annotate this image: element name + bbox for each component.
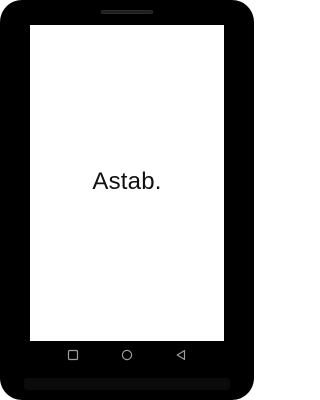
center-text: Astab. xyxy=(92,168,162,195)
app-screen: Astab. xyxy=(30,25,224,341)
circle-home-icon xyxy=(121,349,133,361)
recents-button[interactable] xyxy=(65,347,81,363)
back-button[interactable] xyxy=(173,347,189,363)
home-button[interactable] xyxy=(119,347,135,363)
device-bottom-edge xyxy=(24,378,230,390)
phone-frame: Astab. xyxy=(0,0,254,400)
system-navigation-bar xyxy=(30,341,224,369)
earpiece-speaker xyxy=(101,10,153,14)
triangle-back-icon xyxy=(176,350,186,360)
square-recents-icon xyxy=(67,349,79,361)
